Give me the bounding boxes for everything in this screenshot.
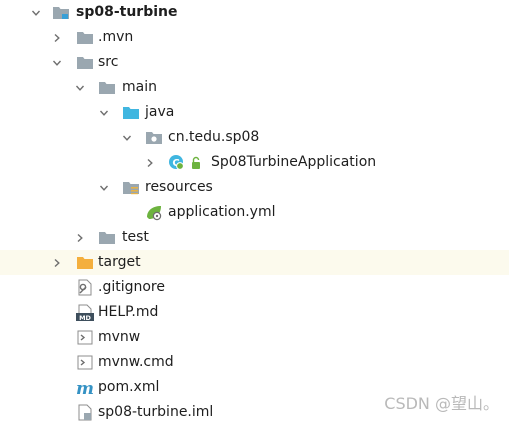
tree-row-main[interactable]: main bbox=[0, 75, 509, 100]
tree-label: Sp08TurbineApplication bbox=[211, 154, 377, 170]
tree-row-help-md[interactable]: MD HELP.md bbox=[0, 300, 509, 325]
tree-label: sp08-turbine.iml bbox=[98, 404, 214, 420]
tree-row-app-class[interactable]: C Sp08TurbineApplication bbox=[0, 150, 509, 175]
tree-label: .gitignore bbox=[98, 279, 165, 295]
tree-label: application.yml bbox=[168, 204, 276, 220]
script-file-icon bbox=[76, 329, 94, 346]
svg-text:MD: MD bbox=[79, 314, 91, 321]
project-tree: sp08-turbine .mvn src main java cn.tedu.… bbox=[0, 0, 509, 425]
tree-label: cn.tedu.sp08 bbox=[168, 129, 260, 145]
tree-label: main bbox=[122, 79, 157, 95]
module-folder-icon bbox=[52, 4, 70, 21]
chevron-down-icon[interactable] bbox=[52, 58, 62, 68]
tree-label: .mvn bbox=[98, 29, 134, 45]
chevron-down-icon[interactable] bbox=[31, 8, 41, 18]
watermark: CSDN @望山。 bbox=[384, 394, 499, 413]
gitignore-file-icon bbox=[76, 279, 94, 296]
chevron-down-icon[interactable] bbox=[99, 108, 109, 118]
folder-icon bbox=[76, 54, 94, 71]
tree-row-target[interactable]: target bbox=[0, 250, 509, 275]
markdown-file-icon: MD bbox=[76, 304, 94, 321]
maven-file-icon: m bbox=[76, 379, 94, 396]
tree-row-resources[interactable]: resources bbox=[0, 175, 509, 200]
script-file-icon bbox=[76, 354, 94, 371]
tree-label: src bbox=[98, 54, 119, 70]
tree-label: java bbox=[145, 104, 175, 120]
tree-label: target bbox=[98, 254, 141, 270]
spring-config-file-icon bbox=[145, 204, 163, 221]
svg-text:m: m bbox=[76, 379, 94, 396]
folder-icon bbox=[98, 229, 116, 246]
chevron-right-icon[interactable] bbox=[52, 33, 62, 43]
tree-label: resources bbox=[145, 179, 213, 195]
tree-row-java[interactable]: java bbox=[0, 100, 509, 125]
chevron-right-icon[interactable] bbox=[145, 158, 155, 168]
tree-label: pom.xml bbox=[98, 379, 160, 395]
folder-icon bbox=[98, 79, 116, 96]
tree-label: HELP.md bbox=[98, 304, 159, 320]
tree-row-mvnw[interactable]: mvnw bbox=[0, 325, 509, 350]
chevron-right-icon[interactable] bbox=[52, 258, 62, 268]
tree-label: mvnw bbox=[98, 329, 141, 345]
chevron-right-icon[interactable] bbox=[75, 233, 85, 243]
tree-row-sp08-turbine[interactable]: sp08-turbine bbox=[0, 0, 509, 25]
tree-row-mvnw-cmd[interactable]: mvnw.cmd bbox=[0, 350, 509, 375]
tree-row-mvn[interactable]: .mvn bbox=[0, 25, 509, 50]
tree-label: sp08-turbine bbox=[76, 4, 178, 20]
tree-row-package[interactable]: cn.tedu.sp08 bbox=[0, 125, 509, 150]
tree-row-gitignore[interactable]: .gitignore bbox=[0, 275, 509, 300]
tree-row-src[interactable]: src bbox=[0, 50, 509, 75]
package-icon bbox=[145, 129, 163, 146]
tree-label: test bbox=[122, 229, 149, 245]
folder-icon bbox=[76, 29, 94, 46]
chevron-down-icon[interactable] bbox=[75, 83, 85, 93]
spring-boot-class-icon: C bbox=[168, 154, 204, 171]
tree-label: mvnw.cmd bbox=[98, 354, 174, 370]
chevron-down-icon[interactable] bbox=[122, 133, 132, 143]
iml-file-icon bbox=[76, 404, 94, 421]
excluded-folder-icon bbox=[76, 254, 94, 271]
tree-row-test[interactable]: test bbox=[0, 225, 509, 250]
chevron-down-icon[interactable] bbox=[99, 183, 109, 193]
resources-folder-icon bbox=[122, 179, 140, 196]
source-root-folder-icon bbox=[122, 104, 140, 121]
tree-row-application-yml[interactable]: application.yml bbox=[0, 200, 509, 225]
